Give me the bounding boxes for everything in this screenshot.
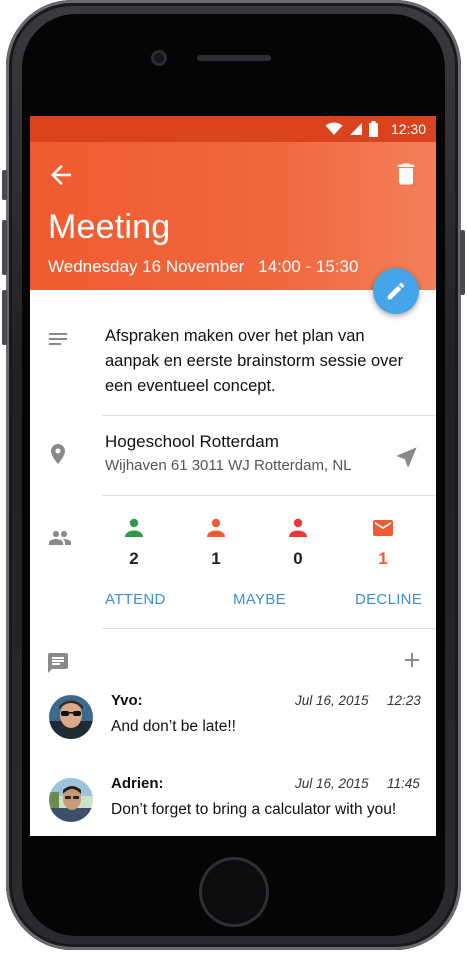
people-icon xyxy=(49,531,71,545)
declined-column: 0 xyxy=(278,516,318,569)
event-description: Afspraken maken over het plan van aanpak… xyxy=(105,327,404,395)
divider xyxy=(102,415,436,416)
invited-column: 1 xyxy=(363,516,403,569)
trash-icon xyxy=(397,163,415,185)
notes-icon xyxy=(49,333,67,345)
declined-count: 0 xyxy=(293,549,303,568)
location-address[interactable]: Wijhaven 61 3011 WJ Rotterdam, NL xyxy=(105,457,352,474)
maybe-count: 1 xyxy=(211,549,221,568)
phone-volume-up xyxy=(2,220,7,275)
comment-time: 12:23 xyxy=(387,693,421,708)
comment-date: Jul 16, 2015 xyxy=(295,776,369,791)
front-camera xyxy=(151,50,167,66)
comment-time: 11:45 xyxy=(387,776,420,791)
plus-icon xyxy=(405,653,419,667)
avatar xyxy=(49,695,93,739)
comment-author: Yvo: xyxy=(111,692,143,709)
wifi-icon xyxy=(325,122,343,135)
navigation-arrow-icon xyxy=(397,447,417,467)
divider xyxy=(102,495,436,496)
person-declined-icon xyxy=(289,518,307,537)
arrow-left-icon xyxy=(51,165,71,185)
event-header: Meeting Wednesday 16 November 14:00 - 15… xyxy=(30,142,436,290)
back-button[interactable] xyxy=(46,160,76,190)
comment-text: Don’t forget to bring a calculator with … xyxy=(111,801,397,818)
comment-text: And don’t be late!! xyxy=(111,718,236,735)
event-datetime: Wednesday 16 November 14:00 - 15:30 xyxy=(48,257,358,277)
person-maybe-icon xyxy=(207,518,225,537)
add-comment-button[interactable] xyxy=(400,648,424,672)
phone-power-button xyxy=(460,230,465,295)
navigate-button[interactable] xyxy=(394,444,420,470)
pencil-icon xyxy=(387,282,405,300)
divider xyxy=(102,628,436,629)
status-bar: 12:30 xyxy=(30,116,436,142)
earpiece-speaker xyxy=(197,55,271,61)
avatar-image xyxy=(49,778,93,822)
comment-author: Adrien: xyxy=(111,775,164,792)
battery-icon xyxy=(369,121,378,137)
comment-item: Yvo: Jul 16, 2015 12:23 And don’t be lat… xyxy=(30,686,436,766)
app-screen: 12:30 Meeting Wednesday 16 November 14:0… xyxy=(30,116,436,836)
maybe-column: 1 xyxy=(196,516,236,569)
avatar xyxy=(49,778,93,822)
phone-side-button xyxy=(2,170,7,200)
event-time-range: 14:00 - 15:30 xyxy=(258,257,359,276)
maybe-button[interactable]: MAYBE xyxy=(233,591,286,608)
phone-volume-down xyxy=(2,290,7,345)
signal-icon xyxy=(350,123,362,135)
location-name[interactable]: Hogeschool Rotterdam xyxy=(105,432,279,452)
event-date: Wednesday 16 November xyxy=(48,257,245,276)
edit-button[interactable] xyxy=(373,268,419,314)
home-button[interactable] xyxy=(199,857,269,927)
decline-button[interactable]: DECLINE xyxy=(355,591,422,608)
envelope-icon xyxy=(373,520,393,536)
attend-button[interactable]: ATTEND xyxy=(105,591,166,608)
delete-button[interactable] xyxy=(392,160,422,190)
comment-icon xyxy=(48,653,68,673)
attending-column: 2 xyxy=(114,516,154,569)
event-title: Meeting xyxy=(48,208,171,246)
invited-count: 1 xyxy=(378,549,388,568)
comment-date: Jul 16, 2015 xyxy=(295,693,369,708)
status-time: 12:30 xyxy=(390,121,426,137)
comment-item: Adrien: Jul 16, 2015 11:45 Don’t forget … xyxy=(30,769,436,836)
avatar-image xyxy=(49,695,93,739)
person-attending-icon xyxy=(125,518,143,537)
map-pin-icon xyxy=(51,444,65,464)
attending-count: 2 xyxy=(129,549,139,568)
